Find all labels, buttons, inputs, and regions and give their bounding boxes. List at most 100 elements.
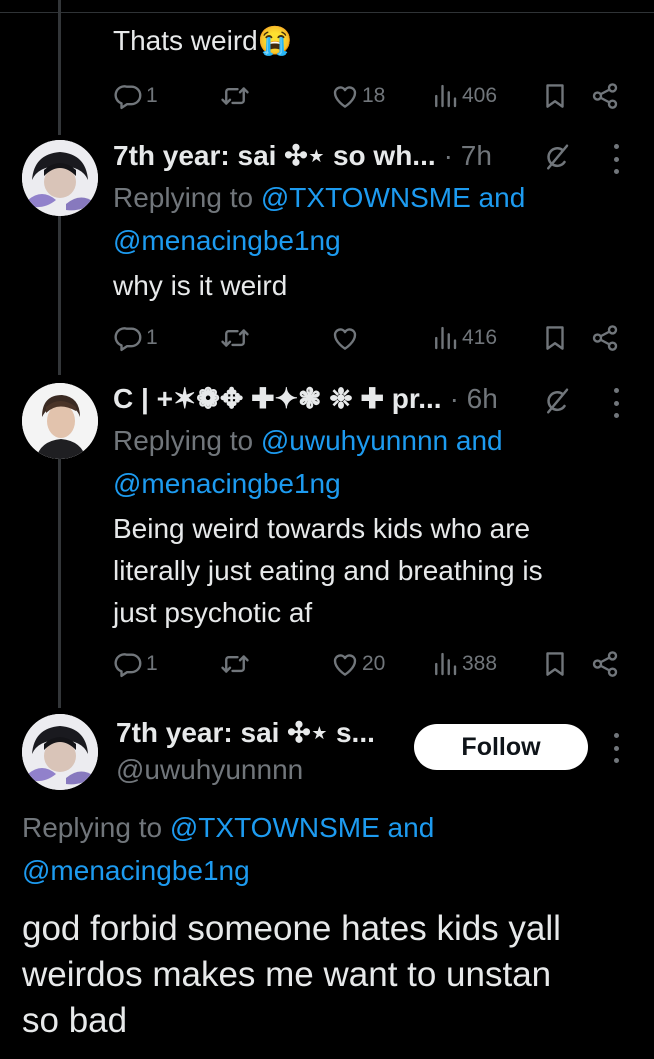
user-handle-row: @uwuhyunnnn [116, 754, 303, 786]
tweet-text-line: literally just eating and breathing is [113, 555, 543, 586]
mention-link[interactable]: @TXTOWNSME [170, 812, 380, 843]
mention-link[interactable]: @uwuhyunnnn [261, 425, 448, 456]
more-icon[interactable] [612, 144, 620, 174]
bookmark-icon [540, 81, 570, 111]
bookmark-button[interactable] [540, 78, 570, 114]
mention-link[interactable]: @TXTOWNSME [261, 182, 471, 213]
others-link[interactable]: and [380, 812, 435, 843]
replying-to-label: Replying to [22, 812, 170, 843]
like-count: 18 [362, 84, 386, 107]
tweet-actions: 1 20 388 [112, 646, 622, 682]
avatar[interactable] [22, 383, 98, 459]
views-count: 416 [462, 326, 498, 349]
tweet-text-line: just psychotic af [113, 597, 313, 628]
views-icon [430, 81, 460, 111]
like-button[interactable] [330, 320, 362, 356]
grok-icon[interactable] [542, 142, 572, 172]
avatar-image [22, 383, 98, 459]
bookmark-button[interactable] [540, 646, 570, 682]
thread-line [58, 215, 61, 375]
views-count: 406 [462, 84, 498, 107]
reply-button[interactable]: 1 [114, 320, 158, 356]
reply-button[interactable]: 1 [114, 646, 158, 682]
display-name[interactable]: 7th year: sai ✣⋆ s... [116, 716, 375, 749]
replying-to: Replying to @TXTOWNSME and @menacingbe1n… [113, 176, 525, 262]
share-button[interactable] [590, 646, 620, 682]
avatar-image [22, 714, 98, 790]
avatar[interactable] [22, 714, 98, 790]
display-name[interactable]: C | +✶❁✥ ✚✦❃ ❉ ✚ pr... [113, 382, 442, 415]
retweet-icon [220, 649, 250, 679]
views-icon [430, 649, 460, 679]
main-tweet-header: 7th year: sai ✣⋆ s... [116, 716, 375, 749]
crying-emoji-icon: 😭 [257, 25, 293, 56]
reply-count: 1 [146, 84, 158, 107]
others-link[interactable]: and [471, 182, 526, 213]
tweet-text-content: Thats weird [113, 25, 258, 56]
thread-line [58, 0, 61, 135]
reply-icon [114, 81, 144, 111]
share-button[interactable] [590, 320, 620, 356]
bookmark-icon [540, 323, 570, 353]
share-icon [590, 323, 620, 353]
tweet-actions: 1 416 [112, 320, 622, 356]
user-handle[interactable]: @uwuhyunnnn [116, 754, 303, 786]
reply-icon [114, 323, 144, 353]
mention-link[interactable]: @menacingbe1ng [113, 225, 341, 256]
timestamp[interactable]: · 7h [444, 140, 492, 172]
retweet-button[interactable] [220, 320, 252, 356]
views-icon [430, 323, 460, 353]
more-icon[interactable] [612, 388, 620, 418]
follow-button[interactable]: Follow [414, 724, 588, 770]
reply-count: 1 [146, 326, 158, 349]
bookmark-icon [540, 649, 570, 679]
reply-icon [114, 649, 144, 679]
retweet-button[interactable] [220, 78, 252, 114]
heart-icon [330, 81, 360, 111]
tweet-actions: 1 18 406 [112, 78, 622, 114]
avatar[interactable] [22, 140, 98, 216]
avatar-image [22, 140, 98, 216]
tweet-text-line: god forbid someone hates kids yall [22, 909, 561, 948]
timestamp[interactable]: · 6h [450, 383, 498, 415]
views-count: 388 [462, 652, 498, 675]
tweet-text-line: weirdos makes me want to unstan [22, 955, 552, 994]
views-button[interactable]: 406 [430, 78, 497, 114]
retweet-icon [220, 323, 250, 353]
replying-to-label: Replying to [113, 182, 261, 213]
more-icon[interactable] [612, 733, 620, 763]
others-link[interactable]: and [448, 425, 503, 456]
like-button[interactable]: 18 [330, 78, 385, 114]
bookmark-button[interactable] [540, 320, 570, 356]
heart-icon [330, 649, 360, 679]
mention-link[interactable]: @menacingbe1ng [113, 468, 341, 499]
mention-link[interactable]: @menacingbe1ng [22, 855, 250, 886]
retweet-icon [220, 81, 250, 111]
retweet-button[interactable] [220, 646, 252, 682]
views-button[interactable]: 416 [430, 320, 497, 356]
like-count: 20 [362, 652, 386, 675]
main-tweet-text: god forbid someone hates kids yall weird… [22, 906, 561, 1044]
reply-count: 1 [146, 652, 158, 675]
divider-top [0, 12, 654, 13]
tweet-header: C | +✶❁✥ ✚✦❃ ❉ ✚ pr... · 6h [113, 382, 498, 415]
grok-icon[interactable] [542, 386, 572, 416]
display-name[interactable]: 7th year: sai ✣⋆ so wh... [113, 139, 436, 172]
tweet-text: Being weird towards kids who are literal… [113, 508, 543, 634]
heart-icon [330, 323, 360, 353]
tweet-header: 7th year: sai ✣⋆ so wh... · 7h [113, 139, 492, 172]
tweet-text-line: so bad [22, 1001, 128, 1040]
replying-to: Replying to @uwuhyunnnn and @menacingbe1… [113, 419, 503, 505]
share-icon [590, 649, 620, 679]
replying-to-label: Replying to [113, 425, 261, 456]
views-button[interactable]: 388 [430, 646, 497, 682]
tweet-text-line: Being weird towards kids who are [113, 513, 531, 544]
reply-button[interactable]: 1 [114, 78, 158, 114]
thread-line [58, 458, 61, 708]
tweet-text: Thats weird😭 [113, 20, 293, 62]
share-icon [590, 81, 620, 111]
share-button[interactable] [590, 78, 620, 114]
tweet-text: why is it weird [113, 270, 288, 301]
like-button[interactable]: 20 [330, 646, 385, 682]
replying-to: Replying to @TXTOWNSME and @menacingbe1n… [22, 806, 434, 892]
